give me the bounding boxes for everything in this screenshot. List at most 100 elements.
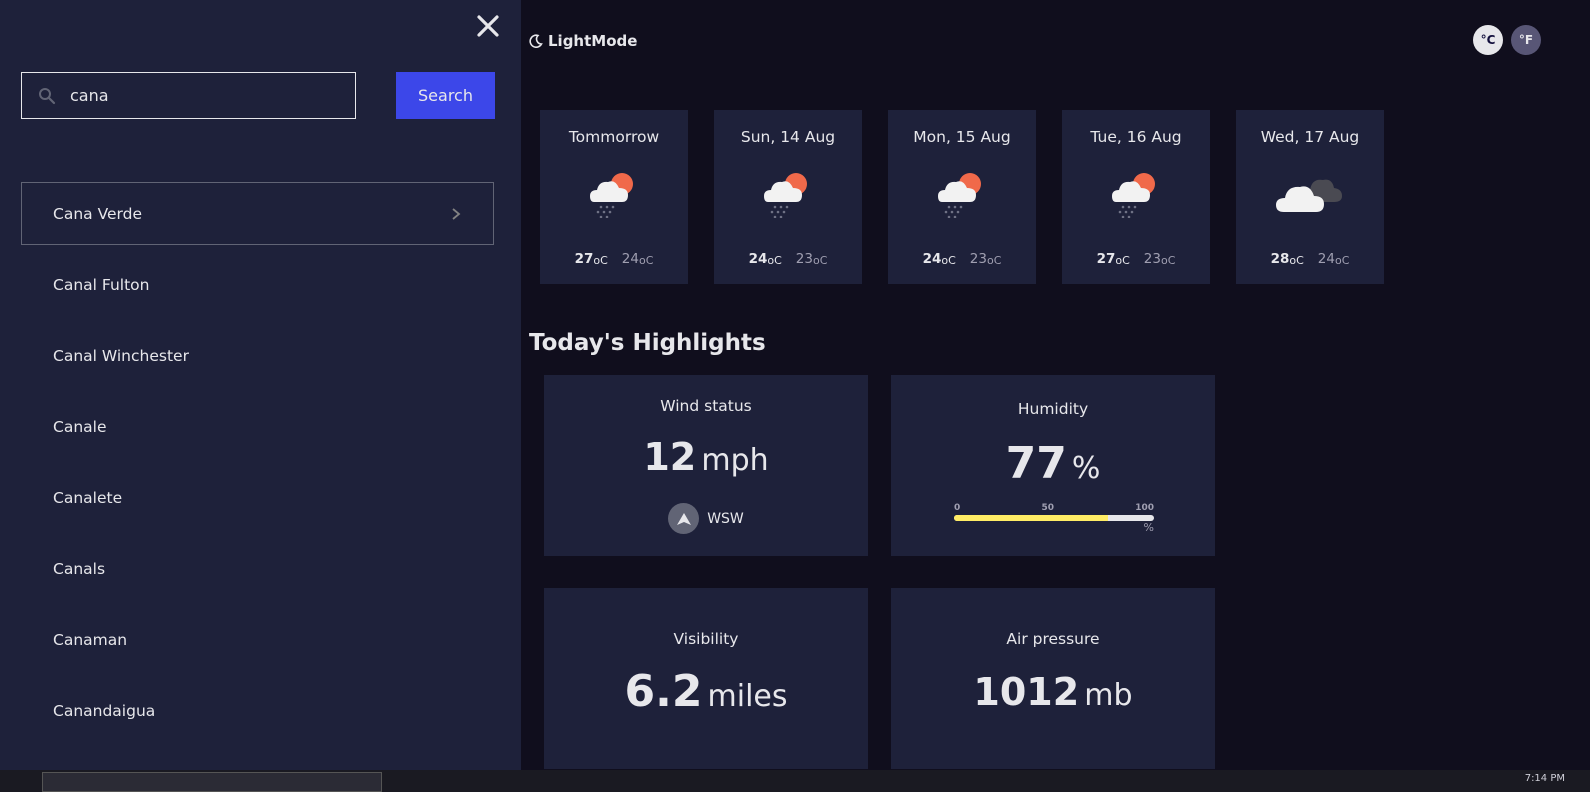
forecast-min-value: 24 — [1317, 251, 1335, 267]
forecast-max-value: 28 — [1270, 251, 1290, 267]
fahrenheit-button[interactable]: °F — [1511, 25, 1541, 55]
wind-direction-label: WSW — [707, 510, 744, 527]
temp-unit: oC — [941, 254, 956, 267]
search-result-label: Canale — [53, 417, 107, 436]
search-result-item[interactable]: Cana Verde — [21, 182, 494, 245]
search-input[interactable] — [70, 86, 330, 105]
visibility-unit: miles — [707, 679, 788, 714]
forecast-min-value: 23 — [795, 251, 813, 267]
temp-unit: oC — [767, 254, 782, 267]
search-result-label: Canaman — [53, 630, 128, 649]
forecast-temps: 28oC 24oC — [1236, 251, 1384, 267]
wind-direction: WSW — [544, 503, 868, 534]
search-result-item[interactable]: Canandaigua — [21, 679, 494, 742]
humidity-card: Humidity 77 % 0 50 100 % — [891, 375, 1215, 556]
search-result-item[interactable]: Canaman — [21, 608, 494, 671]
search-result-label: Canandaigua — [53, 701, 156, 720]
forecast-min-temp: 23oC — [970, 251, 1002, 267]
search-result-item[interactable]: Canal Winchester — [21, 324, 494, 387]
air-pressure-label: Air pressure — [1006, 630, 1100, 648]
forecast-day-label: Sun, 14 Aug — [740, 128, 836, 146]
taskbar-search[interactable] — [42, 772, 382, 792]
forecast-day-label: Mon, 15 Aug — [913, 128, 1011, 146]
forecast-temps: 27oC 23 oC — [1062, 251, 1210, 267]
close-icon — [477, 15, 499, 37]
humidity-tick: 100 — [1135, 503, 1154, 513]
search-result-item[interactable]: Canals — [21, 537, 494, 600]
forecast-min-value: 24 — [621, 251, 639, 267]
forecast-min-value: 23 — [1143, 251, 1161, 267]
heavy-cloud-icon — [1276, 168, 1342, 218]
light-mode-toggle[interactable]: LightMode — [529, 32, 637, 50]
forecast-max-value: 27 — [1096, 251, 1116, 267]
forecast-max-value: 24 — [922, 251, 942, 267]
forecast-max-temp: 24oC — [749, 251, 782, 267]
humidity-label: Humidity — [1017, 400, 1089, 418]
forecast-day-label: Wed, 17 Aug — [1260, 128, 1360, 146]
forecast-day-card: Wed, 17 Aug 28oC 24oC — [1236, 110, 1384, 284]
light-rain-icon — [584, 168, 644, 219]
search-button[interactable]: Search — [396, 72, 495, 119]
search-sidebar: Search Cana Verde Canal Fulton Canal Winch… — [0, 0, 521, 792]
forecast-day-label: Tommorrow — [568, 128, 660, 146]
wind-label: Wind status — [660, 397, 752, 415]
search-result-label: Canalete — [53, 488, 123, 507]
forecast-temps: 24oC 23oC — [714, 251, 862, 267]
search-results-list: Cana Verde Canal Fulton Canal Winchester Ca… — [21, 182, 494, 750]
search-result-item[interactable]: Canale — [21, 395, 494, 458]
os-taskbar: 7:14 PM — [0, 770, 1590, 792]
search-icon — [38, 87, 56, 105]
close-sidebar-button[interactable] — [472, 10, 504, 42]
air-pressure-card: Air pressure 1012 mb — [891, 588, 1215, 769]
search-result-item[interactable]: Canal Fulton — [21, 253, 494, 316]
humidity-scale-unit: % — [1143, 521, 1154, 534]
moon-icon — [529, 34, 543, 48]
forecast-max-temp: 28oC — [1271, 251, 1304, 267]
search-result-label: Canal Fulton — [53, 275, 150, 294]
forecast-day-card: Sun, 14 Aug 24oC 23oC — [714, 110, 862, 284]
celsius-button[interactable]: °C — [1473, 25, 1503, 55]
temp-unit: oC — [1289, 254, 1304, 267]
light-mode-label: LightMode — [548, 32, 638, 50]
forecast-max-temp: 24oC — [923, 251, 956, 267]
forecast-min-temp: 24oC — [1318, 251, 1350, 267]
visibility-value: 6.2 — [624, 666, 703, 717]
temp-unit: oC — [1115, 254, 1130, 267]
search-result-item[interactable]: Canalete — [21, 466, 494, 529]
temp-unit: oC — [1334, 254, 1350, 267]
wind-value: 12 — [643, 435, 697, 479]
search-result-label: Cana Verde — [53, 204, 142, 223]
humidity-bar: 0 50 100 % — [954, 503, 1154, 534]
temp-unit: oC — [812, 254, 828, 267]
temp-unit: oC — [638, 254, 654, 267]
taskbar-clock: 7:14 PM — [1524, 773, 1565, 784]
forecast-temps: 27oC 24oC — [540, 251, 688, 267]
forecast-max-value: 24 — [748, 251, 768, 267]
forecast-row: Tommorrow 27oC 24oC Sun, 14 Aug 24oC 23oC Mon,… — [540, 110, 1384, 284]
search-result-label: Canal Winchester — [53, 346, 189, 365]
light-rain-icon — [932, 168, 992, 219]
forecast-day-card: Tommorrow 27oC 24oC — [540, 110, 688, 284]
wind-status-card: Wind status 12 mph WSW — [544, 375, 868, 556]
forecast-min-temp: 24oC — [622, 251, 654, 267]
light-rain-icon — [758, 168, 818, 219]
forecast-day-label: Tue, 16 Aug — [1090, 128, 1182, 146]
humidity-tick: 50 — [1041, 503, 1054, 513]
highlights-title: Today's Highlights — [529, 330, 766, 356]
forecast-temps: 24oC 23oC — [888, 251, 1036, 267]
temp-unit: oC — [593, 254, 608, 267]
temp-unit: oC — [986, 254, 1002, 267]
chevron-right-icon — [451, 207, 463, 221]
forecast-day-card: Mon, 15 Aug 24oC 23oC — [888, 110, 1036, 284]
forecast-min-temp: 23oC — [796, 251, 828, 267]
visibility-label: Visibility — [673, 630, 739, 648]
forecast-max-temp: 27oC — [1097, 251, 1130, 267]
air-pressure-value: 1012 — [973, 670, 1080, 714]
forecast-max-temp: 27oC — [575, 251, 608, 267]
air-pressure-unit: mb — [1084, 678, 1133, 713]
forecast-max-value: 27 — [574, 251, 594, 267]
search-field[interactable] — [21, 72, 356, 119]
forecast-min-value: 23 — [969, 251, 987, 267]
forecast-day-card: Tue, 16 Aug 27oC 23 oC — [1062, 110, 1210, 284]
visibility-card: Visibility 6.2 miles — [544, 588, 868, 769]
